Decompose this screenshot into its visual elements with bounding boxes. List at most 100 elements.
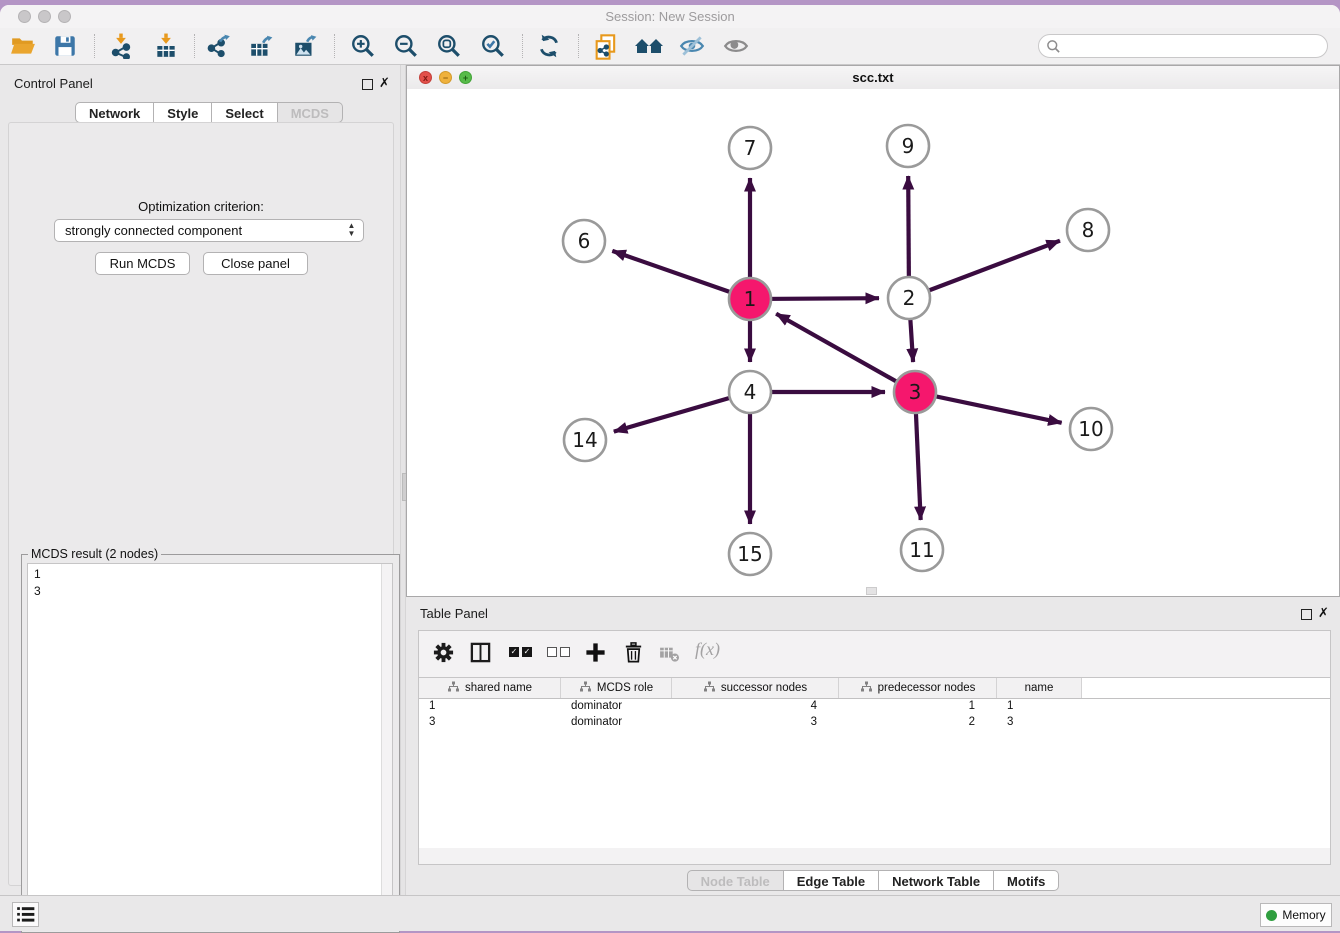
- import-network-icon[interactable]: [108, 33, 134, 59]
- mcds-tab-panel: Optimization criterion: strongly connect…: [8, 122, 394, 886]
- zoom-out-icon[interactable]: [393, 33, 419, 59]
- unchecked-box-icon: [560, 647, 570, 657]
- result-scrollbar[interactable]: [381, 564, 392, 926]
- column-header-MCDS-role[interactable]: MCDS role: [561, 678, 672, 698]
- close-panel-button[interactable]: Close panel: [203, 252, 308, 275]
- export-image-icon[interactable]: [292, 33, 318, 59]
- table-cell[interactable]: dominator: [561, 715, 672, 731]
- task-history-button[interactable]: [12, 902, 39, 927]
- graph-edge-3-1[interactable]: [776, 314, 915, 392]
- criterion-select[interactable]: strongly connected component ▲▼: [54, 219, 364, 242]
- table-cell[interactable]: dominator: [561, 699, 672, 715]
- table-cell[interactable]: 1: [839, 699, 997, 715]
- tab-style[interactable]: Style: [154, 102, 212, 123]
- export-table-icon[interactable]: [248, 33, 274, 59]
- tab-edge-table[interactable]: Edge Table: [784, 870, 879, 891]
- import-table-icon[interactable]: [153, 33, 179, 59]
- table-cell[interactable]: 2: [839, 715, 997, 731]
- memory-button[interactable]: Memory: [1260, 903, 1332, 927]
- control-panel-tabs: NetworkStyleSelectMCDS: [75, 102, 343, 123]
- gear-icon[interactable]: [432, 641, 455, 669]
- toolbar-separator: [334, 34, 335, 58]
- close-table-panel-icon[interactable]: ✗: [1318, 605, 1329, 621]
- graph-node-label: 1: [744, 287, 757, 311]
- node-table: shared name MCDS role successor nodes prede…: [419, 677, 1330, 849]
- graph-node-label: 6: [578, 229, 591, 253]
- checked-box-icon: ✓: [509, 647, 519, 657]
- tree-column-icon: [860, 681, 873, 696]
- save-session-icon[interactable]: [52, 33, 78, 59]
- network-canvas[interactable]: 7968124314101511: [407, 89, 1339, 596]
- export-network-icon[interactable]: [206, 33, 232, 59]
- delete-column-icon[interactable]: [622, 641, 645, 669]
- table-cell[interactable]: 1: [419, 699, 561, 715]
- float-panel-icon[interactable]: [362, 79, 373, 90]
- criterion-selected-value: strongly connected component: [65, 223, 242, 238]
- graph-node-label: 2: [903, 286, 916, 310]
- zoom-selected-icon[interactable]: [480, 33, 506, 59]
- table-panel-title: Table Panel: [420, 606, 488, 621]
- column-header-label: predecessor nodes: [878, 682, 976, 694]
- result-line: 3: [34, 583, 41, 600]
- table-cell[interactable]: 1: [997, 699, 1082, 715]
- show-graphics-details-icon[interactable]: [723, 33, 749, 59]
- mcds-result-title: MCDS result (2 nodes): [28, 547, 161, 561]
- column-header-label: shared name: [465, 682, 532, 694]
- deselect-all-checkboxes-icon[interactable]: [547, 647, 570, 657]
- column-header-name[interactable]: name: [997, 678, 1082, 698]
- table-row[interactable]: 1dominator411: [419, 699, 1330, 715]
- graph-node-label: 3: [909, 380, 922, 404]
- table-cell[interactable]: 3: [997, 715, 1082, 731]
- tab-mcds[interactable]: MCDS: [278, 102, 343, 123]
- zoom-fit-icon[interactable]: [436, 33, 462, 59]
- open-session-icon[interactable]: [10, 33, 36, 59]
- graph-node-label: 7: [744, 136, 757, 160]
- graph-edge-3-10[interactable]: [915, 392, 1062, 423]
- window-titlebar: Session: New Session: [0, 5, 1340, 29]
- memory-status-icon: [1266, 910, 1277, 921]
- table-cell[interactable]: 3: [672, 715, 839, 731]
- tab-select[interactable]: Select: [212, 102, 277, 123]
- optimization-criterion-label: Optimization criterion:: [9, 199, 393, 214]
- select-stepper-icon: ▲▼: [344, 222, 359, 239]
- add-column-icon[interactable]: [584, 641, 607, 669]
- network-graph: 7968124314101511: [407, 89, 1339, 596]
- table-tabs: Node TableEdge TableNetwork TableMotifs: [406, 870, 1340, 891]
- tab-motifs[interactable]: Motifs: [994, 870, 1059, 891]
- tab-network[interactable]: Network: [75, 102, 154, 123]
- search-input[interactable]: [1038, 34, 1328, 58]
- home-layout-icon[interactable]: [634, 33, 660, 59]
- tab-node-table[interactable]: Node Table: [687, 870, 784, 891]
- list-icon: [13, 903, 38, 926]
- mcds-result-textarea[interactable]: 13: [27, 563, 393, 927]
- graph-node-label: 4: [744, 380, 757, 404]
- zoom-in-icon[interactable]: [350, 33, 376, 59]
- column-header-shared-name[interactable]: shared name: [419, 678, 561, 698]
- tree-column-icon: [703, 681, 716, 696]
- table-cell[interactable]: 3: [419, 715, 561, 731]
- graph-node-label: 8: [1082, 218, 1095, 242]
- column-layout-icon[interactable]: [469, 641, 492, 669]
- table-cell[interactable]: 4: [672, 699, 839, 715]
- table-body: 1dominator4113dominator323: [419, 699, 1330, 731]
- refresh-icon[interactable]: [536, 33, 562, 59]
- clone-network-icon[interactable]: [592, 33, 618, 59]
- column-header-predecessor-nodes[interactable]: predecessor nodes: [839, 678, 997, 698]
- run-mcds-button[interactable]: Run MCDS: [95, 252, 190, 275]
- column-header-label: MCDS role: [597, 682, 653, 694]
- canvas-resize-grip[interactable]: [866, 587, 877, 595]
- mcds-result-lines: 13: [34, 566, 41, 600]
- unchecked-box-icon: [547, 647, 557, 657]
- graph-node-label: 11: [909, 538, 934, 562]
- table-row[interactable]: 3dominator323: [419, 715, 1330, 731]
- graph-node-label: 10: [1078, 417, 1103, 441]
- tab-network-table[interactable]: Network Table: [879, 870, 994, 891]
- select-all-checkboxes-icon[interactable]: ✓✓: [509, 647, 532, 657]
- column-header-successor-nodes[interactable]: successor nodes: [672, 678, 839, 698]
- toolbar-separator: [194, 34, 195, 58]
- close-panel-icon[interactable]: ✗: [379, 75, 390, 91]
- hide-details-icon[interactable]: [679, 33, 705, 59]
- graph-edge-2-8[interactable]: [909, 241, 1060, 298]
- table-toolbar: ✓✓ f(x): [419, 631, 1330, 677]
- float-table-panel-icon[interactable]: [1301, 609, 1312, 620]
